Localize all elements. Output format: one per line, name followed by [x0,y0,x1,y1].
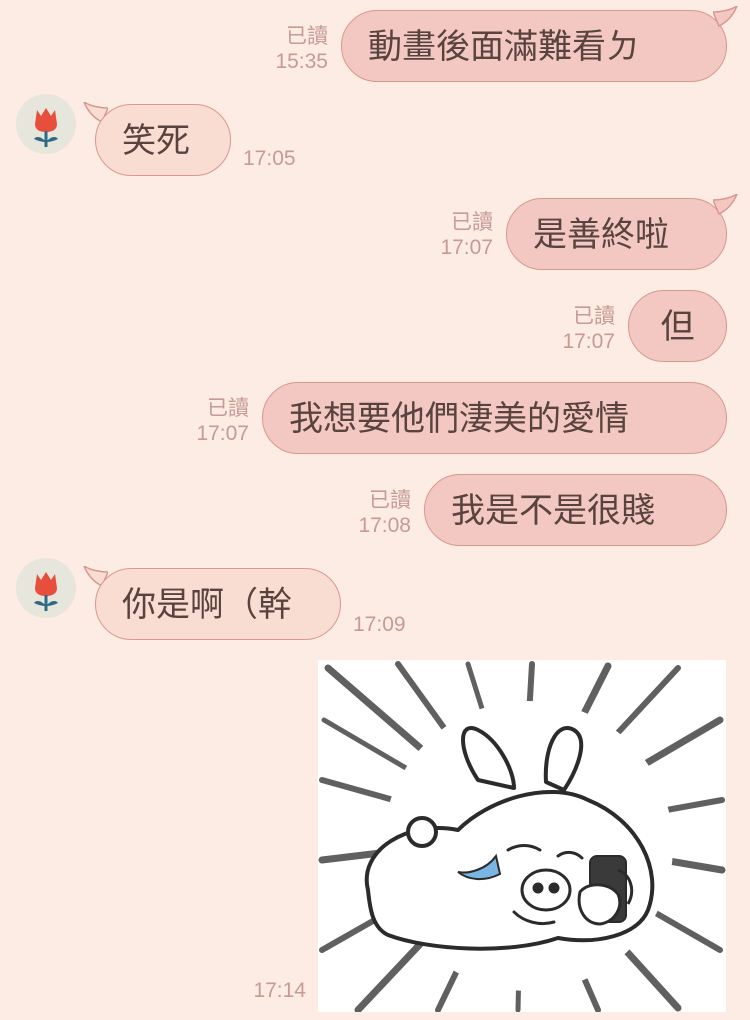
avatar[interactable] [16,94,76,154]
message-time: 17:07 [562,330,615,353]
message-time: 17:07 [440,236,493,259]
message-time: 17:14 [253,979,306,1002]
message-bubble[interactable]: 但 [628,290,727,362]
read-receipt: 已讀 [451,211,493,234]
read-receipt: 已讀 [369,489,411,512]
message-meta: 已讀 17:07 [537,304,615,354]
message-bubble[interactable]: 我是不是很賤 [424,474,727,546]
crying-rabbit-sticker-icon [318,661,726,1012]
red-tulip-icon [34,108,58,147]
message-bubble[interactable]: 我想要他們淒美的愛情 [262,382,727,454]
message-bubble[interactable]: 動畫後面滿難看ㄉ [341,10,727,82]
read-receipt: 已讀 [207,397,249,420]
bubble-tail [713,6,738,28]
red-tulip-icon [34,572,58,611]
message-bubble[interactable]: 是善終啦 [506,198,727,270]
sticker[interactable] [318,660,726,1012]
message-time: 17:08 [358,514,411,537]
read-receipt: 已讀 [573,305,615,328]
message-meta: 已讀 17:07 [171,396,249,446]
message-time: 17:07 [196,422,249,445]
message-meta: 已讀 17:07 [415,210,493,260]
message-time: 15:35 [275,50,328,73]
message-meta: 已讀 17:08 [333,488,411,538]
avatar[interactable] [16,558,76,618]
message-time: 17:09 [353,613,406,636]
message-time: 17:05 [243,147,296,170]
message-meta: 已讀 15:35 [250,24,328,74]
bubble-tail [713,194,738,216]
read-receipt: 已讀 [286,25,328,48]
message-bubble[interactable]: 你是啊（幹 [95,568,341,640]
message-bubble[interactable]: 笑死 [95,104,231,176]
